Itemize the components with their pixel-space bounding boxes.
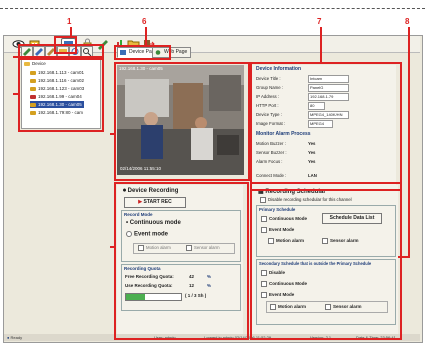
leader-line-8 <box>408 27 410 257</box>
top-dashed-rule <box>0 8 425 9</box>
leader-line-6 <box>145 27 147 45</box>
annotation-box-7 <box>250 62 402 191</box>
annotation-box-5 <box>114 182 249 340</box>
callout-6: 6 <box>142 17 147 26</box>
callout-1: 1 <box>67 17 72 26</box>
callout-7: 7 <box>317 17 322 26</box>
leader-line-5 <box>110 246 114 248</box>
annotation-box-4 <box>114 62 250 181</box>
status-ready: ● Ready <box>7 335 23 340</box>
annotation-box-3 <box>18 56 104 132</box>
leader-line-4 <box>110 133 114 135</box>
leader-line-1 <box>70 27 72 36</box>
leader-line-7 <box>320 27 322 62</box>
annotation-box-6 <box>114 45 171 60</box>
leader-line-3 <box>13 93 18 95</box>
callout-8: 8 <box>405 17 410 26</box>
leader-line-2 <box>13 56 18 58</box>
annotation-box-8 <box>250 182 402 340</box>
leader-line-8-h <box>398 256 410 258</box>
